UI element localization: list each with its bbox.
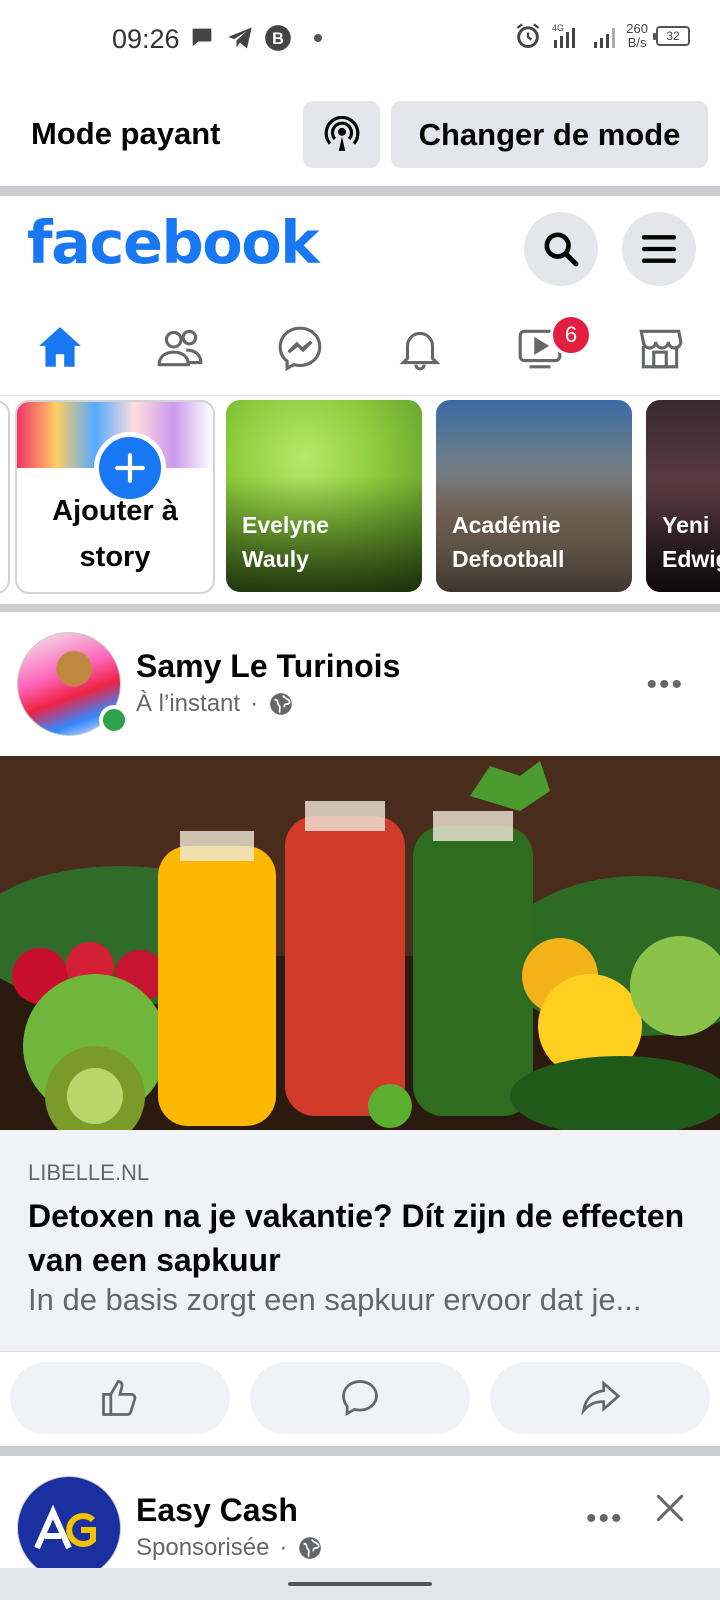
facebook-logo[interactable]: facebook: [27, 208, 320, 277]
globe-icon: [270, 693, 292, 715]
tab-messenger[interactable]: [240, 300, 360, 395]
story-name-line2: Wauly: [242, 546, 309, 572]
easy-cash-logo-icon: [34, 1504, 96, 1550]
sponsored-meta: Sponsorisée ·: [136, 1534, 323, 1562]
b-app-icon: B: [265, 25, 291, 51]
battery-indicator: 32: [653, 26, 690, 46]
juice-bottles-image: [0, 756, 720, 1130]
story-card[interactable]: Evelyne Wauly: [226, 400, 422, 592]
tab-marketplace[interactable]: [600, 300, 720, 395]
tab-home[interactable]: [0, 300, 120, 395]
comment-icon: [342, 1380, 378, 1416]
status-time: 09:26: [112, 24, 180, 54]
plus-icon: [115, 453, 145, 483]
link-title: Detoxen na je vakantie? Dít zijn de effe…: [28, 1198, 685, 1278]
thumbs-up-icon: [102, 1380, 137, 1416]
add-story-label-line1: Ajouter à: [52, 495, 178, 527]
fb-header: facebook: [0, 196, 720, 296]
telegram-icon: [228, 27, 252, 49]
messenger-icon: [278, 326, 322, 371]
svg-text:B: B: [272, 30, 284, 48]
menu-button[interactable]: [622, 212, 696, 286]
search-icon: [544, 232, 579, 267]
mode-bar: Mode payant Changer de mode: [0, 82, 720, 186]
story-name-line1: Académie: [452, 512, 561, 538]
link-preview[interactable]: LIBELLE.NL Detoxen na je vakantie? Dít z…: [0, 1130, 720, 1352]
network-speed: 260 B/s: [626, 22, 648, 50]
link-domain: LIBELLE.NL: [28, 1160, 150, 1185]
post-header: Samy Le Turinois À l’instant · •••: [0, 612, 720, 752]
comment-button[interactable]: [250, 1362, 470, 1434]
share-icon: [581, 1380, 621, 1416]
mode-title: Mode payant: [31, 116, 221, 151]
post-timestamp[interactable]: À l’instant: [136, 690, 240, 718]
sponsored-label: Sponsorisée: [136, 1534, 270, 1561]
video-badge: 6: [550, 314, 592, 356]
navigation-gesture-bar: [0, 1568, 720, 1600]
search-button[interactable]: [524, 212, 598, 286]
network-speed-value: 260: [626, 21, 648, 36]
link-description: In de basis zorgt een sapkuur ervoor dat…: [28, 1282, 642, 1317]
tab-video[interactable]: 6: [480, 300, 600, 395]
signal-4g-icon: 4G: [552, 23, 576, 48]
alarm-icon: [517, 23, 540, 48]
signal-icon: [594, 28, 616, 48]
post-meta: À l’instant ·: [136, 690, 294, 718]
svg-text:4G: 4G: [552, 23, 564, 33]
home-gesture-pill[interactable]: [288, 1582, 432, 1586]
story-card[interactable]: Académie Defootball: [436, 400, 632, 592]
story-name: Yeni Edwig: [662, 508, 720, 576]
divider: [0, 1446, 720, 1456]
add-story-label-line2: story: [79, 541, 151, 573]
divider: [0, 186, 720, 196]
system-icons: 4G 260 B/s 32: [514, 22, 690, 50]
online-status-dot: [99, 705, 129, 735]
status-bar: 09:26 B 4G 260 B/s 32: [0, 0, 720, 82]
change-mode-button[interactable]: Changer de mode: [391, 101, 708, 168]
globe-icon: [299, 1537, 322, 1559]
like-button[interactable]: [10, 1362, 230, 1434]
friends-icon: [157, 329, 203, 366]
author-name[interactable]: Samy Le Turinois: [136, 648, 400, 685]
story-card[interactable]: Yeni Edwig: [646, 400, 720, 592]
story-name-line2: Defootball: [452, 546, 565, 572]
post-actions: [0, 1352, 720, 1442]
add-story-card[interactable]: Ajouter à story: [15, 400, 215, 594]
network-speed-unit: B/s: [627, 35, 647, 50]
notification-icons: B: [188, 24, 322, 52]
more-notifications-dot: [314, 34, 322, 42]
tab-notifications[interactable]: [360, 300, 480, 395]
hamburger-menu-icon: [641, 235, 677, 263]
meta-separator: ·: [279, 1534, 288, 1561]
add-story-label: Ajouter à story: [17, 488, 213, 580]
advertiser-avatar[interactable]: [17, 1476, 121, 1580]
story-card-partial[interactable]: [0, 400, 10, 594]
nav-tabs: 6: [0, 300, 720, 396]
broadcast-icon: [324, 115, 359, 151]
chat-bubble-icon: [192, 28, 212, 47]
advertiser-name[interactable]: Easy Cash: [136, 1492, 298, 1529]
stories-tray: Ajouter à story Evelyne Wauly Académie D…: [0, 400, 720, 596]
tab-friends[interactable]: [120, 300, 240, 395]
bell-icon: [399, 331, 441, 370]
story-name-line2: Edwig: [662, 546, 720, 572]
story-name: Evelyne Wauly: [242, 508, 329, 576]
podcast-mode-button[interactable]: [303, 101, 380, 168]
story-name-line1: Evelyne: [242, 512, 329, 538]
story-name-line1: Yeni: [662, 512, 710, 538]
close-icon[interactable]: [650, 1488, 690, 1528]
post-image[interactable]: [0, 756, 720, 1130]
ad-more-button[interactable]: •••: [586, 1502, 624, 1536]
post-more-button[interactable]: •••: [646, 668, 684, 702]
marketplace-icon: [639, 329, 683, 368]
home-icon: [39, 326, 81, 367]
share-button[interactable]: [490, 1362, 710, 1434]
story-name: Académie Defootball: [452, 508, 564, 576]
meta-separator: ·: [250, 690, 259, 717]
